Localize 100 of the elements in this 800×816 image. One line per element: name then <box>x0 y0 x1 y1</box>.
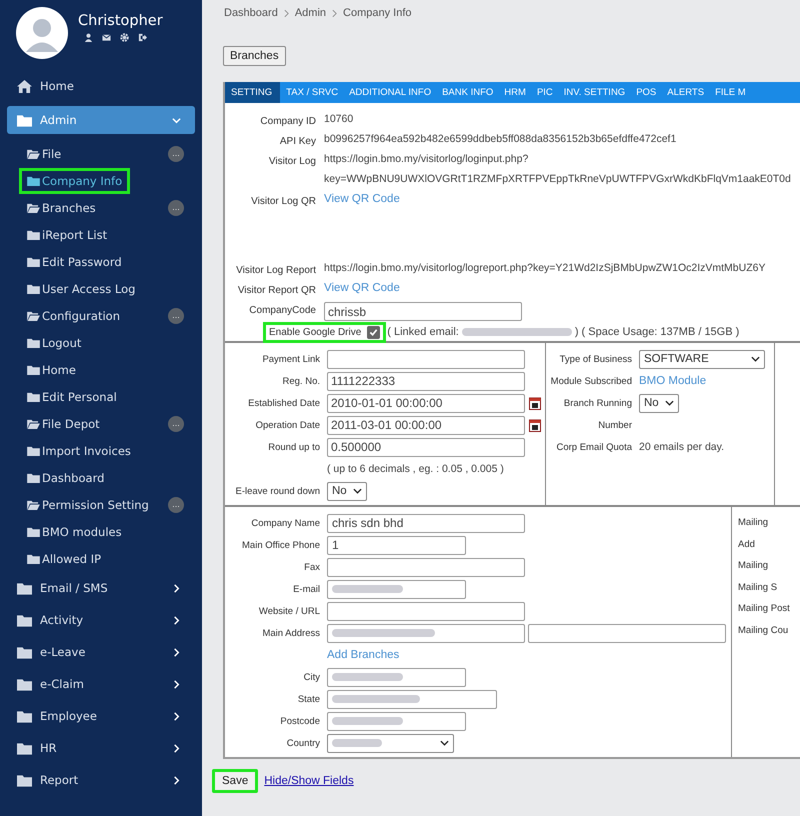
settings-icon[interactable] <box>120 33 129 42</box>
user-name: Christopher <box>78 13 163 29</box>
nav-subitem[interactable]: Edit Personal <box>21 386 123 408</box>
text-field[interactable] <box>327 558 525 576</box>
avatar-icon <box>16 7 68 59</box>
nav-item[interactable]: Admin <box>7 106 195 134</box>
tab[interactable]: SETTING <box>225 82 280 103</box>
dropdown[interactable] <box>327 734 454 752</box>
nav-subitem[interactable]: File Depot <box>21 412 106 434</box>
nav-subitem[interactable]: Dashboard <box>21 466 110 488</box>
more-badge[interactable]: ... <box>168 308 184 324</box>
field-label: Visitor Log <box>268 156 316 167</box>
text-field[interactable] <box>327 602 525 620</box>
tab[interactable]: HRM <box>499 82 531 103</box>
nav-item[interactable]: e-Leave <box>7 636 195 668</box>
dropdown[interactable]: No <box>639 394 679 412</box>
breadcrumb-item[interactable]: Dashboard <box>224 7 278 19</box>
tab[interactable]: ALERTS <box>662 82 710 103</box>
text-field[interactable] <box>528 624 726 642</box>
dropdown[interactable]: SOFTWARE <box>639 350 765 368</box>
company-code-field[interactable]: chrissb <box>324 302 522 321</box>
branches-button[interactable]: Branches <box>223 46 286 66</box>
caret-icon <box>353 488 362 494</box>
field-value: 10760 <box>324 113 354 125</box>
tab[interactable]: PIC <box>532 82 558 103</box>
field-label: Mailing <box>738 560 768 571</box>
field-label: Number <box>598 420 632 430</box>
google-drive-checkbox[interactable] <box>367 326 380 338</box>
calendar-icon[interactable] <box>529 418 541 432</box>
nav-subitem[interactable]: Allowed IP <box>21 548 108 570</box>
caret-icon <box>751 356 760 362</box>
breadcrumb-item: Company Info <box>343 7 412 19</box>
field-label: Visitor Log QR <box>251 196 316 207</box>
tab[interactable]: POS <box>631 82 662 103</box>
field-label: Visitor Report QR <box>238 285 316 296</box>
calendar-icon[interactable] <box>529 396 541 410</box>
nav-subitem[interactable]: Company Info <box>21 170 128 192</box>
nav-item[interactable]: Report <box>7 764 195 796</box>
nav-subitem[interactable]: Configuration <box>21 304 126 326</box>
field-label: Payment Link <box>262 354 320 364</box>
nav-subitem[interactable]: BMO modules <box>21 520 128 542</box>
nav-subitem[interactable]: User Access Log <box>21 278 142 300</box>
text-field[interactable]: 2010-01-01 00:00:00 <box>327 394 525 412</box>
text-field[interactable]: chris sdn bhd <box>327 514 525 532</box>
field-label: Module Subscribed <box>550 376 632 386</box>
mail-icon[interactable] <box>102 33 111 42</box>
field-label: Main Office Phone <box>242 540 320 550</box>
tab[interactable]: BANK INFO <box>437 82 498 103</box>
text-field[interactable]: 2011-03-01 00:00:00 <box>327 416 525 434</box>
nav-subitem[interactable]: Edit Password <box>21 250 128 272</box>
text-field[interactable] <box>327 580 466 598</box>
text-field[interactable] <box>327 668 466 686</box>
more-badge[interactable]: ... <box>168 416 184 432</box>
nav-subitem[interactable]: File <box>21 142 68 164</box>
hide-show-fields-link[interactable]: Hide/Show Fields <box>264 775 354 787</box>
nav-subitem[interactable]: Import Invoices <box>21 440 137 462</box>
text-field[interactable] <box>327 624 525 642</box>
tab[interactable]: FILE M <box>710 82 751 103</box>
field-label: Fax <box>304 562 320 572</box>
nav-subitem[interactable]: Branches <box>21 196 102 218</box>
text-field[interactable] <box>327 712 466 730</box>
nav-item[interactable]: Home <box>7 70 195 102</box>
logout-icon[interactable] <box>138 33 147 42</box>
nav-item[interactable]: Employee <box>7 700 195 732</box>
breadcrumb-separator-icon <box>332 8 338 18</box>
nav-item[interactable]: e-Claim <box>7 668 195 700</box>
field-label: Type of Business <box>560 354 632 364</box>
text-field[interactable]: 1111222333 <box>327 372 525 390</box>
nav-item[interactable]: Activity <box>7 604 195 636</box>
text-field[interactable]: 1 <box>327 536 466 554</box>
field-value: https://login.bmo.my/visitorlog/loginput.php? <box>324 153 530 165</box>
nav-subitem[interactable]: iReport List <box>21 224 114 246</box>
text-field[interactable]: 0.500000 <box>327 438 525 456</box>
space-usage-text: ) ( Space Usage: 137MB / 15GB ) <box>574 326 740 338</box>
breadcrumb-item[interactable]: Admin <box>294 7 326 19</box>
user-icon[interactable] <box>84 33 93 42</box>
folder-icon <box>17 678 32 690</box>
nav-subitem[interactable]: Permission Setting <box>21 494 155 516</box>
field-label: Company ID <box>260 116 316 127</box>
more-badge[interactable]: ... <box>168 496 184 512</box>
tab[interactable]: TAX / SRVC <box>281 82 344 103</box>
home-icon <box>17 80 32 92</box>
text-field[interactable] <box>327 690 497 708</box>
tab[interactable]: INV. SETTING <box>558 82 630 103</box>
dropdown[interactable]: No <box>327 482 367 500</box>
nav-item[interactable]: HR <box>7 732 195 764</box>
field-label: City <box>304 672 320 682</box>
field-label: CompanyCode <box>249 305 316 316</box>
nav-subitem[interactable]: Home <box>21 358 82 380</box>
field-label: Postcode <box>280 716 320 726</box>
nav-item[interactable]: Email / SMS <box>7 572 195 604</box>
folder-icon <box>17 582 32 594</box>
more-badge[interactable]: ... <box>168 146 184 162</box>
text-field[interactable] <box>327 350 525 368</box>
caret-icon <box>665 400 674 406</box>
more-badge[interactable]: ... <box>168 200 184 216</box>
save-button[interactable]: Save <box>212 769 258 793</box>
nav-subitem[interactable]: Logout <box>21 332 88 354</box>
tab[interactable]: ADDITIONAL INFO <box>344 82 436 103</box>
field-value: 20 emails per day. <box>639 441 726 453</box>
